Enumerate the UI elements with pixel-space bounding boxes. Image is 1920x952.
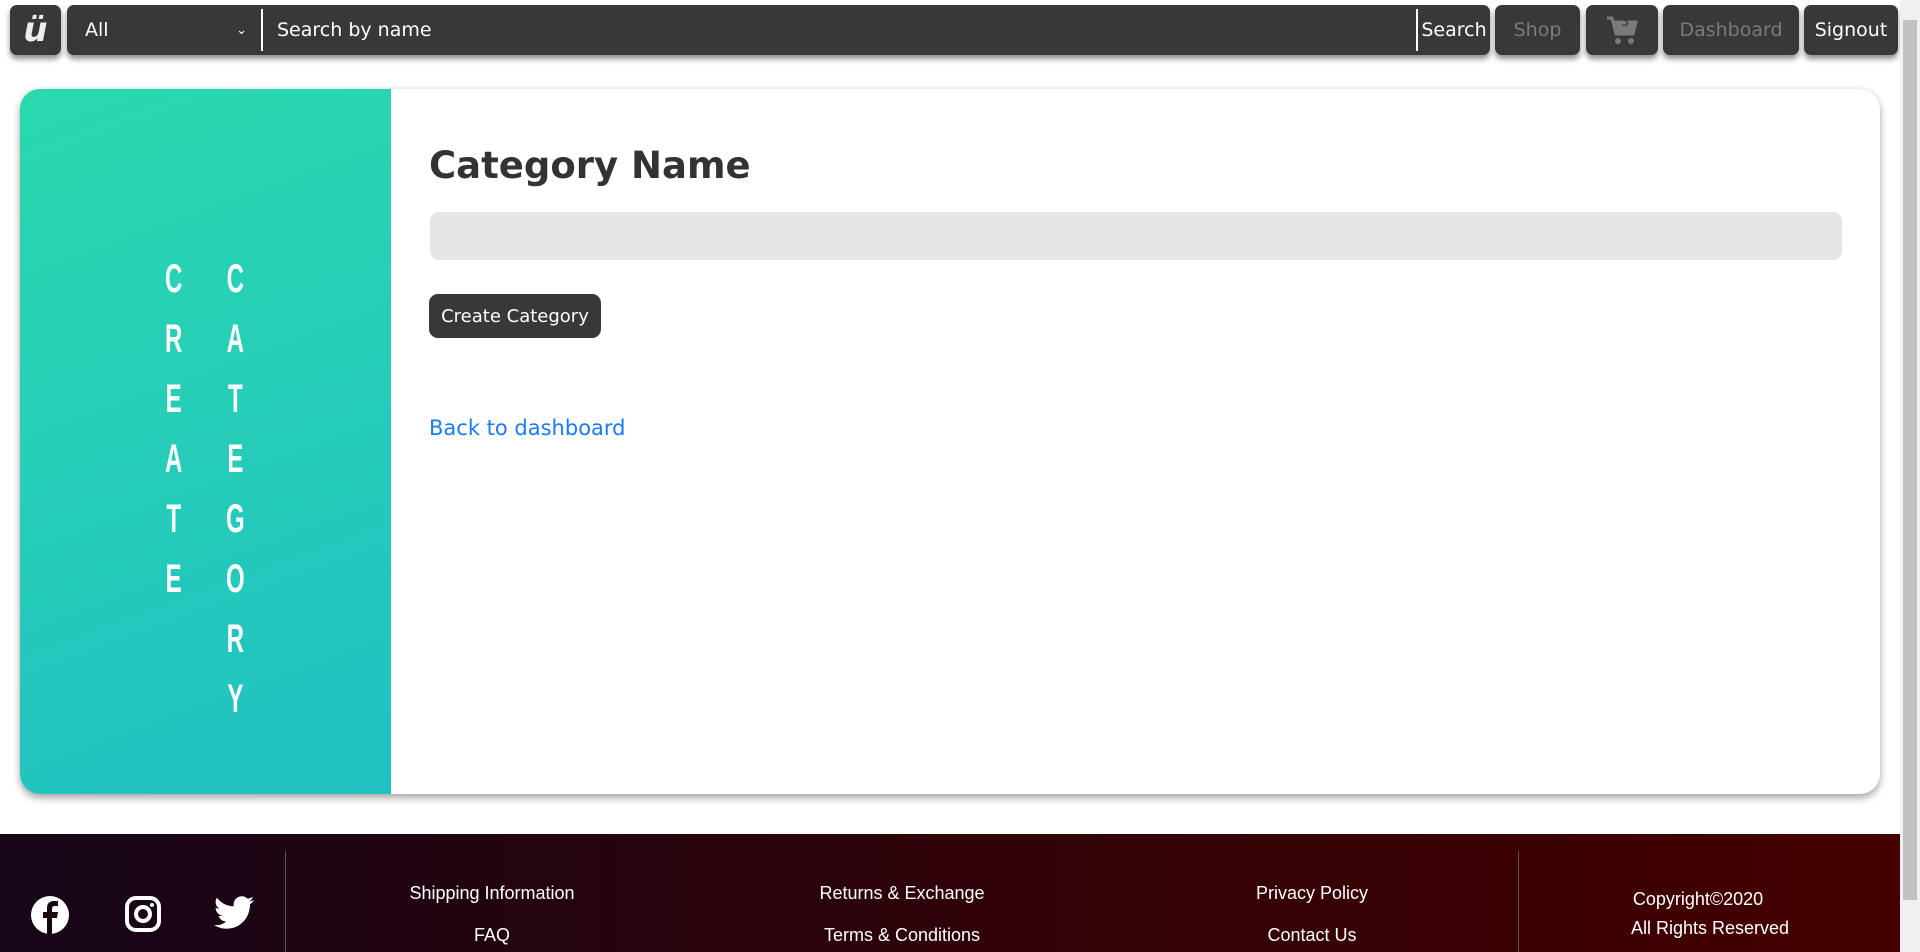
dashboard-button[interactable]: Dashboard [1663, 5, 1799, 55]
cart-icon: 3 [1605, 15, 1639, 45]
search-placeholder: Search by name [277, 19, 432, 41]
twitter-icon[interactable] [214, 896, 254, 930]
letter: Y [227, 677, 244, 721]
shop-button[interactable]: Shop [1495, 5, 1580, 55]
scrollbar-thumb[interactable] [1903, 20, 1917, 900]
back-to-dashboard-link[interactable]: Back to dashboard [429, 416, 626, 440]
category-select-value: All [85, 19, 109, 41]
footer-link-contact[interactable]: Contact Us [1267, 925, 1356, 946]
search-bar: All ⌄ Search by name Search [67, 5, 1490, 55]
rights: All Rights Reserved [1630, 918, 1790, 938]
letter: O [226, 557, 245, 601]
word-create: CREATE [165, 249, 182, 609]
letter: G [226, 497, 245, 541]
search-button[interactable]: Search [1418, 19, 1490, 41]
letter: C [226, 257, 244, 301]
letter: A [165, 437, 183, 481]
letter: C [165, 257, 183, 301]
side-panel: CREATE CATEGORY [20, 89, 391, 794]
instagram-icon[interactable] [125, 896, 161, 932]
letter: E [165, 557, 182, 601]
create-category-card: CREATE CATEGORY Category Name Create Cat… [20, 89, 1880, 794]
letter: E [165, 377, 182, 421]
letter: E [227, 437, 244, 481]
footer-link-faq[interactable]: FAQ [474, 925, 510, 946]
letter: R [226, 617, 244, 661]
cart-button[interactable]: 3 [1586, 5, 1658, 55]
create-category-button[interactable]: Create Category [429, 294, 601, 338]
signout-button[interactable]: Signout [1804, 5, 1898, 55]
letter: R [165, 317, 183, 361]
footer-link-returns[interactable]: Returns & Exchange [819, 883, 984, 904]
footer-link-privacy[interactable]: Privacy Policy [1256, 883, 1368, 904]
chevron-down-icon: ⌄ [236, 22, 247, 38]
word-category: CATEGORY [226, 249, 245, 729]
footer-link-shipping[interactable]: Shipping Information [409, 883, 574, 904]
facebook-icon[interactable] [31, 896, 69, 934]
category-name-label: Category Name [429, 144, 751, 187]
scrollbar[interactable] [1900, 0, 1920, 952]
search-input[interactable]: Search by name [263, 9, 1418, 51]
divider [285, 851, 286, 952]
footer-link-terms[interactable]: Terms & Conditions [824, 925, 980, 946]
letter: T [228, 377, 243, 421]
category-name-input[interactable] [430, 212, 1842, 260]
footer: Shipping Information FAQ Returns & Excha… [0, 834, 1900, 952]
letter: A [226, 317, 244, 361]
cart-count: 3 [1621, 15, 1630, 30]
divider [1518, 851, 1519, 952]
logo[interactable]: ü [10, 5, 61, 55]
copyright: Copyright©2020 [1632, 889, 1764, 909]
letter: T [166, 497, 181, 541]
category-select[interactable]: All ⌄ [67, 9, 263, 51]
